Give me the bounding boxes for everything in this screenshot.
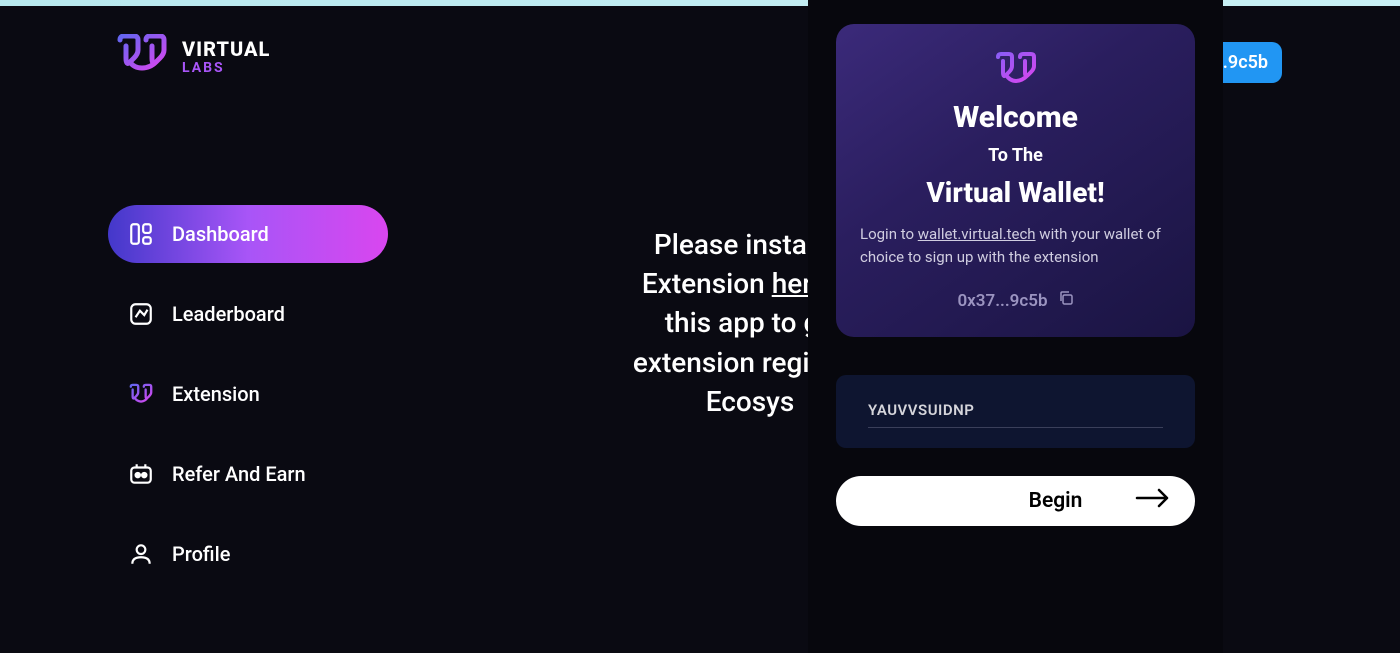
sidebar-item-refer[interactable]: Refer And Earn <box>108 445 388 503</box>
brand-logo[interactable]: VIRTUAL LABS <box>116 34 270 80</box>
copy-icon[interactable] <box>1058 290 1074 311</box>
wallet-address-row: 0x37...9c5b <box>860 290 1171 311</box>
brand-name-bottom: LABS <box>182 60 270 76</box>
welcome-logo-icon <box>860 52 1171 88</box>
sidebar-item-label: Refer And Earn <box>172 462 306 486</box>
begin-button-label: Begin <box>1029 489 1083 513</box>
sidebar-item-leaderboard[interactable]: Leaderboard <box>108 285 388 343</box>
dashboard-icon <box>128 221 154 247</box>
sidebar-item-label: Profile <box>172 542 230 566</box>
sidebar-item-extension[interactable]: Extension <box>108 365 388 423</box>
sidebar-item-dashboard[interactable]: Dashboard <box>108 205 388 263</box>
referral-code-value: YAUVVSUIDNP <box>868 401 1163 428</box>
refer-icon <box>128 461 154 487</box>
brand-logo-icon <box>116 34 168 80</box>
profile-icon <box>128 541 154 567</box>
extension-icon <box>128 381 154 407</box>
msg-line2-pre: Extension <box>642 267 772 300</box>
leaderboard-icon <box>128 301 154 327</box>
sidebar-item-label: Extension <box>172 382 260 406</box>
welcome-to-the: To The <box>860 145 1171 166</box>
welcome-desc-pre: Login to <box>860 225 918 243</box>
wallet-url-link[interactable]: wallet.virtual.tech <box>918 225 1036 243</box>
sidebar-item-profile[interactable]: Profile <box>108 525 388 583</box>
referral-code-field[interactable]: YAUVVSUIDNP <box>836 375 1195 448</box>
sidebar-nav: Dashboard Leaderboard Extension Refer An… <box>108 205 388 605</box>
welcome-title: Welcome <box>860 100 1171 135</box>
sidebar-item-label: Dashboard <box>172 222 269 246</box>
wallet-address-short: 0x37...9c5b <box>957 291 1047 311</box>
welcome-description: Login to wallet.virtual.tech with your w… <box>860 223 1171 268</box>
welcome-product-name: Virtual Wallet! <box>860 176 1171 209</box>
arrow-right-icon <box>1135 487 1171 515</box>
extension-popup: Welcome To The Virtual Wallet! Login to … <box>808 0 1223 653</box>
msg-line5: Ecosys <box>706 385 795 418</box>
brand-name-top: VIRTUAL <box>182 38 270 60</box>
begin-button[interactable]: Begin <box>836 476 1195 526</box>
welcome-card: Welcome To The Virtual Wallet! Login to … <box>836 24 1195 337</box>
sidebar-item-label: Leaderboard <box>172 302 285 326</box>
